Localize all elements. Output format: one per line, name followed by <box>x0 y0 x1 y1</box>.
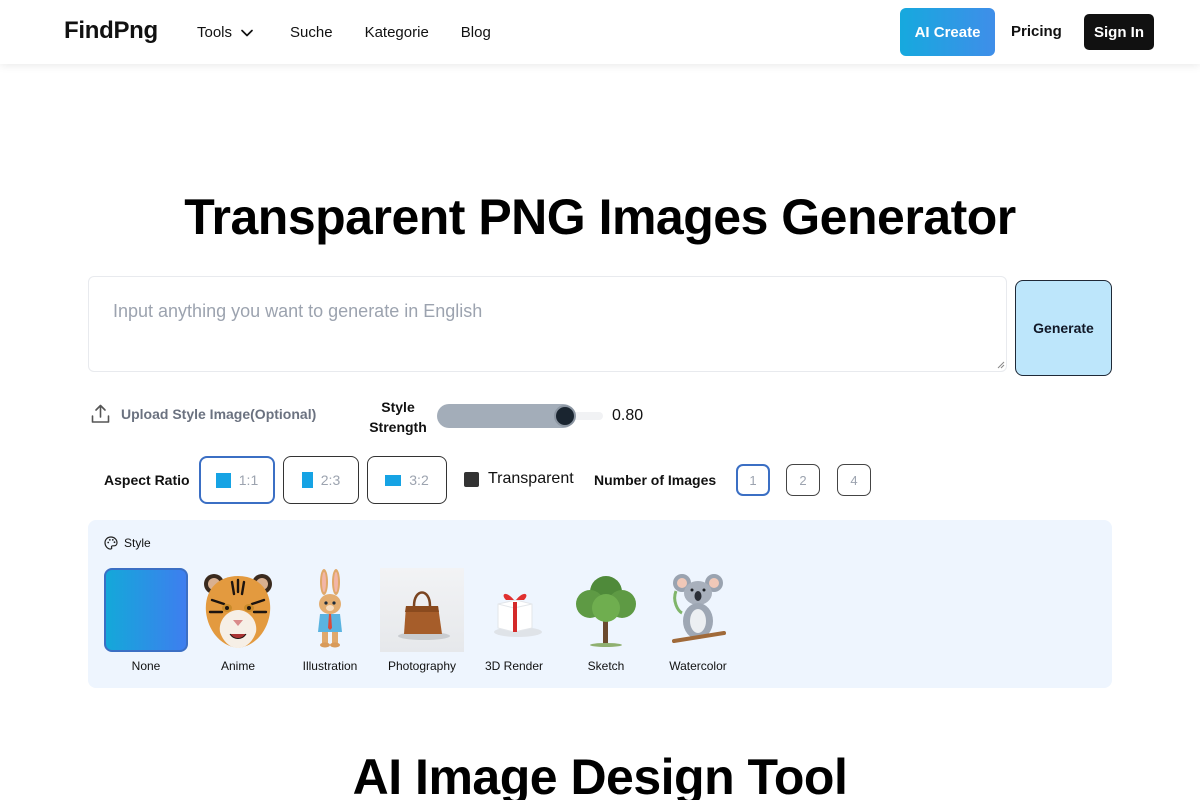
gradient-swatch-icon <box>104 568 188 652</box>
num-images-4-button[interactable]: 4 <box>837 464 871 496</box>
gift-box-image-icon <box>472 568 556 652</box>
nav-kategorie[interactable]: Kategorie <box>365 24 429 41</box>
slider-thumb[interactable] <box>554 405 576 427</box>
portrait-ratio-icon <box>301 472 313 488</box>
style-strength-label-line1: Style <box>381 399 415 415</box>
logo[interactable]: FindPng <box>64 17 158 45</box>
style-option-sketch[interactable]: Sketch <box>564 568 648 673</box>
main-nav: Tools Suche Kategorie Blog <box>197 24 491 41</box>
transparent-checkbox[interactable]: Transparent <box>464 470 574 488</box>
style-option-label: Anime <box>220 659 255 673</box>
style-heading: Style <box>104 536 151 550</box>
checkbox-icon <box>464 471 479 487</box>
style-strength-label-line2: Strength <box>369 419 427 435</box>
aspect-ratio-1-1-button[interactable]: 1:1 <box>199 456 275 504</box>
chevron-down-icon <box>241 29 253 36</box>
palette-icon <box>104 536 118 550</box>
square-ratio-icon <box>215 472 231 488</box>
upload-label: Upload Style Image(Optional) <box>121 406 317 422</box>
aspect-ratio-2-3-button[interactable]: 2:3 <box>283 456 359 504</box>
style-option-none[interactable]: None <box>104 568 188 673</box>
resize-handle-icon[interactable] <box>995 359 1005 369</box>
koala-image-icon <box>656 568 740 652</box>
style-option-label: 3D Render <box>484 659 544 673</box>
rabbit-image-icon <box>288 568 372 652</box>
style-option-3d-render[interactable]: 3D Render <box>472 568 556 673</box>
style-strength-slider[interactable] <box>437 404 603 428</box>
aspect-ratio-label: Aspect Ratio <box>104 472 190 488</box>
site-header: FindPng Tools Suche Kategorie Blog AI Cr… <box>0 0 1200 64</box>
num-images-2-button[interactable]: 2 <box>786 464 820 496</box>
generate-button[interactable]: Generate <box>1015 280 1112 376</box>
aspect-ratio-label-3-2: 3:2 <box>409 472 429 488</box>
page-title: Transparent PNG Images Generator <box>184 189 1016 245</box>
handbag-image-icon <box>380 568 464 652</box>
prompt-input[interactable] <box>88 276 1007 372</box>
style-option-label: Photography <box>387 659 457 673</box>
style-option-label: Illustration <box>302 659 358 673</box>
upload-style-image-button[interactable]: Upload Style Image(Optional) <box>91 404 316 424</box>
style-option-illustration[interactable]: Illustration <box>288 568 372 673</box>
aspect-ratio-3-2-button[interactable]: 3:2 <box>367 456 447 504</box>
landscape-ratio-icon <box>385 474 402 486</box>
style-option-label: None <box>131 659 161 673</box>
style-option-watercolor[interactable]: Watercolor <box>656 568 740 673</box>
transparent-label: Transparent <box>488 470 574 487</box>
pricing-link[interactable]: Pricing <box>1011 23 1062 40</box>
style-strength-value: 0.80 <box>612 407 644 424</box>
style-option-label: Sketch <box>587 659 625 673</box>
ai-create-button[interactable]: AI Create <box>900 8 995 56</box>
tree-image-icon <box>564 568 648 652</box>
section-title: AI Image Design Tool <box>352 749 848 800</box>
aspect-ratio-label-2-3: 2:3 <box>320 472 341 488</box>
style-option-label: Watercolor <box>669 659 727 673</box>
sign-in-button[interactable]: Sign In <box>1084 14 1154 50</box>
style-strength-label: Style Strength <box>366 397 430 437</box>
style-panel: Style None Anime Illustration Photograph… <box>88 520 1112 688</box>
upload-icon <box>91 404 110 423</box>
style-heading-label: Style <box>124 536 151 550</box>
aspect-ratio-label-1-1: 1:1 <box>238 472 259 488</box>
num-images-1-button[interactable]: 1 <box>736 464 770 496</box>
tiger-image-icon <box>196 568 280 652</box>
nav-tools-label: Tools <box>197 24 233 41</box>
nav-blog[interactable]: Blog <box>461 24 491 41</box>
nav-tools[interactable]: Tools <box>197 24 254 41</box>
number-of-images-label: Number of Images <box>594 472 717 488</box>
style-option-anime[interactable]: Anime <box>196 568 280 673</box>
nav-suche[interactable]: Suche <box>290 24 333 41</box>
style-option-photography[interactable]: Photography <box>380 568 464 673</box>
